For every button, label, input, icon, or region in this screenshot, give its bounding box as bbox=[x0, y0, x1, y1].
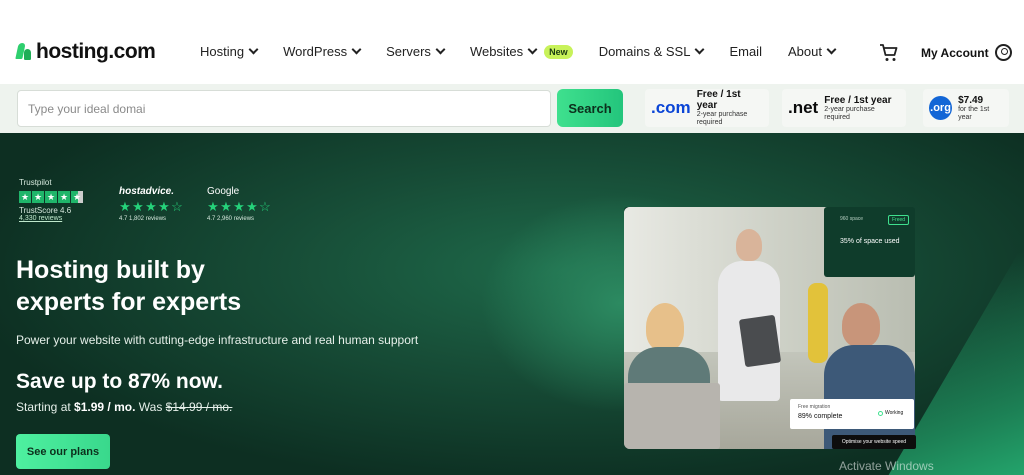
nav-websites[interactable]: Websites New bbox=[470, 44, 573, 59]
hosting-logo-icon bbox=[16, 43, 32, 61]
nav-servers[interactable]: Servers bbox=[386, 44, 446, 59]
optimise-tag: Optimise your website speed bbox=[832, 435, 916, 449]
hero-subheading: Power your website with cutting-edge inf… bbox=[16, 333, 419, 347]
tld-org-price: $7.49 bbox=[958, 94, 984, 106]
person-right-head bbox=[842, 303, 880, 347]
google-stars-icon: ★ ★ ★ ★ ☆ bbox=[207, 199, 271, 214]
chevron-down-icon bbox=[248, 44, 259, 55]
nav-about-label: About bbox=[787, 44, 822, 59]
tld-org-note: for the 1st year bbox=[958, 105, 990, 121]
chevron-down-icon bbox=[527, 44, 538, 55]
laptop bbox=[624, 383, 720, 449]
hero-section: Trustpilot ★ ★ ★ ★ ★ TrustScore 4.6 4,330 re… bbox=[0, 133, 1024, 475]
migration-status: Working bbox=[878, 410, 903, 416]
space-text: 35% of space used bbox=[840, 238, 900, 245]
tld-org-label: .org bbox=[929, 96, 953, 120]
trustpilot-stars-icon: ★ ★ ★ ★ ★ bbox=[19, 191, 83, 203]
starting-label: Starting at bbox=[16, 400, 71, 414]
chevron-down-icon bbox=[826, 44, 837, 55]
was-price: $14.99 / mo. bbox=[165, 400, 233, 414]
person-standing-head bbox=[736, 229, 762, 261]
save-offer: Save up to 87% now. bbox=[16, 370, 223, 393]
was-label: Was bbox=[138, 400, 163, 414]
migration-title: Free migration bbox=[798, 404, 831, 410]
hostadvice-stars-icon: ★ ★ ★ ★ ☆ bbox=[119, 199, 183, 214]
trustpilot-label: Trustpilot bbox=[19, 178, 52, 187]
hostadvice-rating[interactable]: hostadvice. ★ ★ ★ ★ ☆ 4.7 1,802 reviews bbox=[119, 186, 183, 222]
new-badge: New bbox=[544, 44, 573, 59]
space-tag: 960 space bbox=[840, 216, 864, 222]
tld-offer-org[interactable]: .org $7.49 for the 1st year bbox=[923, 89, 1009, 127]
person-right-body bbox=[824, 345, 915, 449]
tablet bbox=[738, 314, 782, 368]
see-plans-button[interactable]: See our plans bbox=[16, 434, 110, 469]
activate-windows-watermark: Activate Windows bbox=[839, 459, 934, 473]
pricing-line: Starting at $1.99 / mo. Was $14.99 / mo. bbox=[16, 400, 232, 414]
tld-net-label: .net bbox=[788, 98, 819, 117]
chevron-down-icon bbox=[435, 44, 446, 55]
nav-email-label: Email bbox=[729, 44, 762, 59]
nav-hosting-label: Hosting bbox=[200, 44, 245, 59]
nav-hosting[interactable]: Hosting bbox=[200, 44, 259, 59]
my-account-button[interactable]: My Account bbox=[921, 44, 1012, 61]
tld-offer-net[interactable]: .net Free / 1st year 2-year purchase requ… bbox=[782, 89, 906, 127]
person-background bbox=[808, 283, 828, 363]
search-button[interactable]: Search bbox=[557, 89, 623, 127]
nav-websites-label: Websites bbox=[469, 44, 524, 59]
status-circle-icon bbox=[878, 410, 883, 416]
hostadvice-logo: hostadvice. bbox=[119, 186, 175, 197]
hero-headline: Hosting built by experts for experts bbox=[16, 254, 241, 318]
migration-status-text: Working bbox=[885, 410, 904, 416]
nav-email[interactable]: Email bbox=[729, 44, 762, 59]
google-reviews: 4.7 2,960 reviews bbox=[207, 216, 255, 222]
cart-icon[interactable] bbox=[879, 43, 899, 63]
nav-wordpress-label: WordPress bbox=[283, 44, 348, 59]
domain-search-input[interactable] bbox=[17, 90, 551, 127]
migration-progress: 89% complete bbox=[798, 413, 843, 420]
top-navigation-bar: hosting.com Hosting WordPress Servers We… bbox=[0, 0, 1024, 84]
starting-price: $1.99 / mo. bbox=[74, 400, 136, 414]
space-card: 960 space Freed 35% of space used bbox=[824, 207, 915, 277]
nav-servers-label: Servers bbox=[386, 44, 431, 59]
my-account-label: My Account bbox=[921, 45, 989, 60]
brand-logo[interactable]: hosting.com bbox=[16, 40, 156, 64]
nav-domains-label: Domains & SSL bbox=[598, 44, 691, 59]
tld-com-label: .com bbox=[651, 98, 691, 117]
google-rating[interactable]: Google ★ ★ ★ ★ ☆ 4.7 2,960 reviews bbox=[207, 186, 271, 222]
nav-wordpress[interactable]: WordPress bbox=[283, 44, 362, 59]
hero-headline-line2: experts for experts bbox=[16, 288, 242, 316]
main-nav: Hosting WordPress Servers Websites New Do… bbox=[200, 44, 861, 59]
chevron-down-icon bbox=[695, 44, 705, 55]
migration-card: Free migration 89% complete Working bbox=[790, 399, 914, 429]
tld-com-note: 2-year purchase required bbox=[696, 111, 748, 126]
trustpilot-score: TrustScore 4.6 bbox=[19, 206, 72, 215]
space-chip: Freed bbox=[888, 215, 910, 225]
brand-name: hosting.com bbox=[36, 40, 156, 63]
chevron-down-icon bbox=[351, 44, 362, 55]
user-icon bbox=[994, 44, 1012, 61]
google-logo: Google bbox=[207, 186, 240, 197]
hostadvice-reviews: 4.7 1,802 reviews bbox=[119, 216, 167, 222]
tld-net-price: Free / 1st year bbox=[824, 94, 892, 106]
hero-headline-line1: Hosting built by bbox=[16, 256, 205, 284]
nav-domains-ssl[interactable]: Domains & SSL bbox=[598, 44, 705, 59]
tld-net-note: 2-year purchase required bbox=[824, 105, 875, 121]
nav-about[interactable]: About bbox=[787, 44, 837, 59]
person-left-head bbox=[646, 303, 684, 351]
tld-com-price: Free / 1st year bbox=[696, 89, 741, 112]
trustpilot-reviews-link[interactable]: 4,330 reviews bbox=[19, 215, 83, 222]
trustpilot-rating[interactable]: Trustpilot ★ ★ ★ ★ ★ TrustScore 4.6 4,330 re… bbox=[19, 178, 83, 222]
tld-offer-com[interactable]: .com Free / 1st year 2-year purchase requ… bbox=[645, 89, 769, 127]
